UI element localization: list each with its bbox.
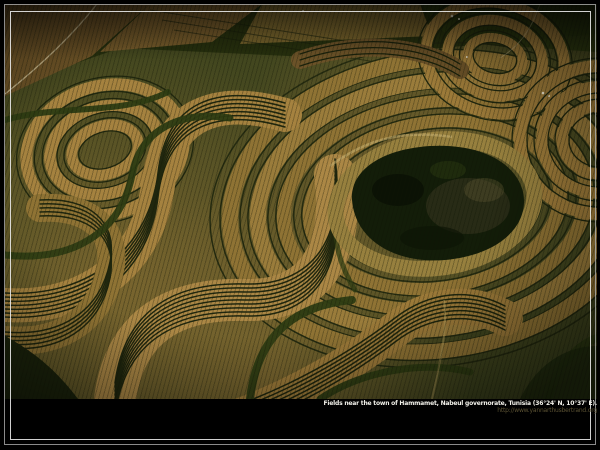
stripe-bundle-lowerleft xyxy=(5,200,111,349)
grass-ribbons xyxy=(5,92,597,399)
stripe-bundle-center xyxy=(115,159,337,399)
aerial-photo xyxy=(5,4,597,399)
wallpaper-canvas: Fields near the town of Hammamet, Nabeul… xyxy=(0,0,600,450)
contour-rings xyxy=(189,14,597,396)
field-whorl-upperleft xyxy=(5,54,213,247)
stripe-bundle-topband xyxy=(300,42,460,76)
dark-wedge-bottomright xyxy=(520,346,597,399)
caption-credit-url: http://www.yannarthusbertrand.org xyxy=(324,407,597,414)
caption-text: Fields near the town of Hammamet, Nabeul… xyxy=(324,400,597,407)
field-whorl-topright xyxy=(404,4,585,137)
photo-caption: Fields near the town of Hammamet, Nabeul… xyxy=(324,400,597,414)
road-lines xyxy=(5,4,540,399)
dark-wedge-bottomleft xyxy=(5,336,78,399)
stripe-bundle-bottom xyxy=(160,295,505,399)
field-whorl-right xyxy=(512,58,597,222)
fields-illustration xyxy=(5,4,597,399)
building-specks xyxy=(302,10,550,97)
stripe-bundle-left xyxy=(5,96,285,318)
tree-grove xyxy=(327,127,543,282)
top-field-patches xyxy=(5,4,597,96)
